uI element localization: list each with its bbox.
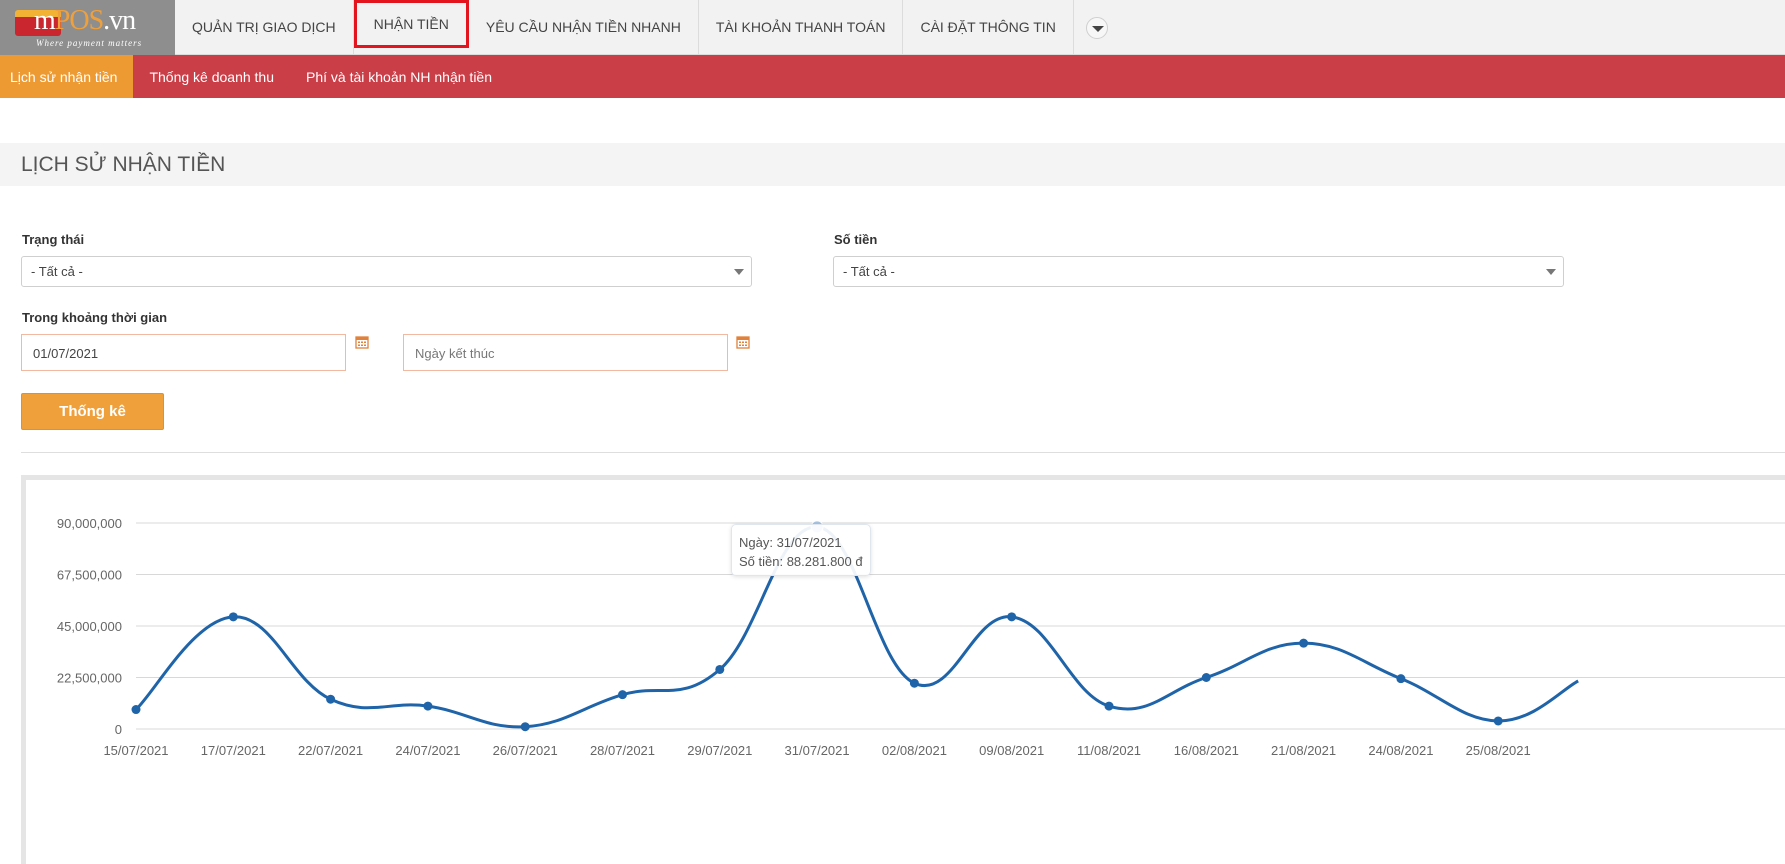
x-tick-label: 21/08/2021 <box>1271 743 1336 758</box>
chart-tooltip: Ngày: 31/07/2021 Số tiền: 88.281.800 đ <box>731 524 871 576</box>
x-tick-label: 11/08/2021 <box>1077 743 1141 758</box>
data-point <box>520 722 530 732</box>
data-point <box>1104 701 1114 711</box>
data-point <box>1299 638 1309 648</box>
data-point <box>228 612 238 622</box>
x-tick-label: 22/07/2021 <box>298 743 363 758</box>
data-point <box>1396 674 1406 684</box>
data-point <box>423 701 433 711</box>
y-tick-label: 67,500,000 <box>57 568 122 583</box>
x-tick-label: 16/08/2021 <box>1174 743 1239 758</box>
x-tick-label: 25/08/2021 <box>1466 743 1531 758</box>
x-tick-label: 28/07/2021 <box>590 743 655 758</box>
x-tick-label: 29/07/2021 <box>687 743 752 758</box>
x-tick-label: 24/08/2021 <box>1368 743 1433 758</box>
data-point <box>1007 612 1017 622</box>
x-tick-label: 31/07/2021 <box>785 743 850 758</box>
x-tick-label: 02/08/2021 <box>882 743 947 758</box>
y-tick-label: 22,500,000 <box>57 671 122 686</box>
y-tick-label: 45,000,000 <box>57 619 122 634</box>
x-tick-label: 09/08/2021 <box>979 743 1044 758</box>
data-point <box>326 694 336 704</box>
tooltip-date: Ngày: 31/07/2021 <box>739 535 842 550</box>
data-point <box>131 705 141 715</box>
x-tick-label: 26/07/2021 <box>493 743 558 758</box>
tooltip-amount: Số tiền: 88.281.800 đ <box>739 554 863 569</box>
revenue-line-chart: 0 22,500,000 45,000,000 67,500,000 90,000,00… <box>57 516 1785 758</box>
x-tick-label: 17/07/2021 <box>201 743 266 758</box>
x-tick-label: 15/07/2021 <box>103 743 168 758</box>
data-point <box>715 664 725 674</box>
data-point <box>1201 673 1211 682</box>
data-point <box>1493 716 1503 726</box>
y-tick-label: 0 <box>115 722 122 737</box>
x-tick-label: 24/07/2021 <box>395 743 460 758</box>
y-tick-label: 90,000,000 <box>57 516 122 531</box>
data-point <box>618 690 627 700</box>
data-point <box>909 678 919 688</box>
